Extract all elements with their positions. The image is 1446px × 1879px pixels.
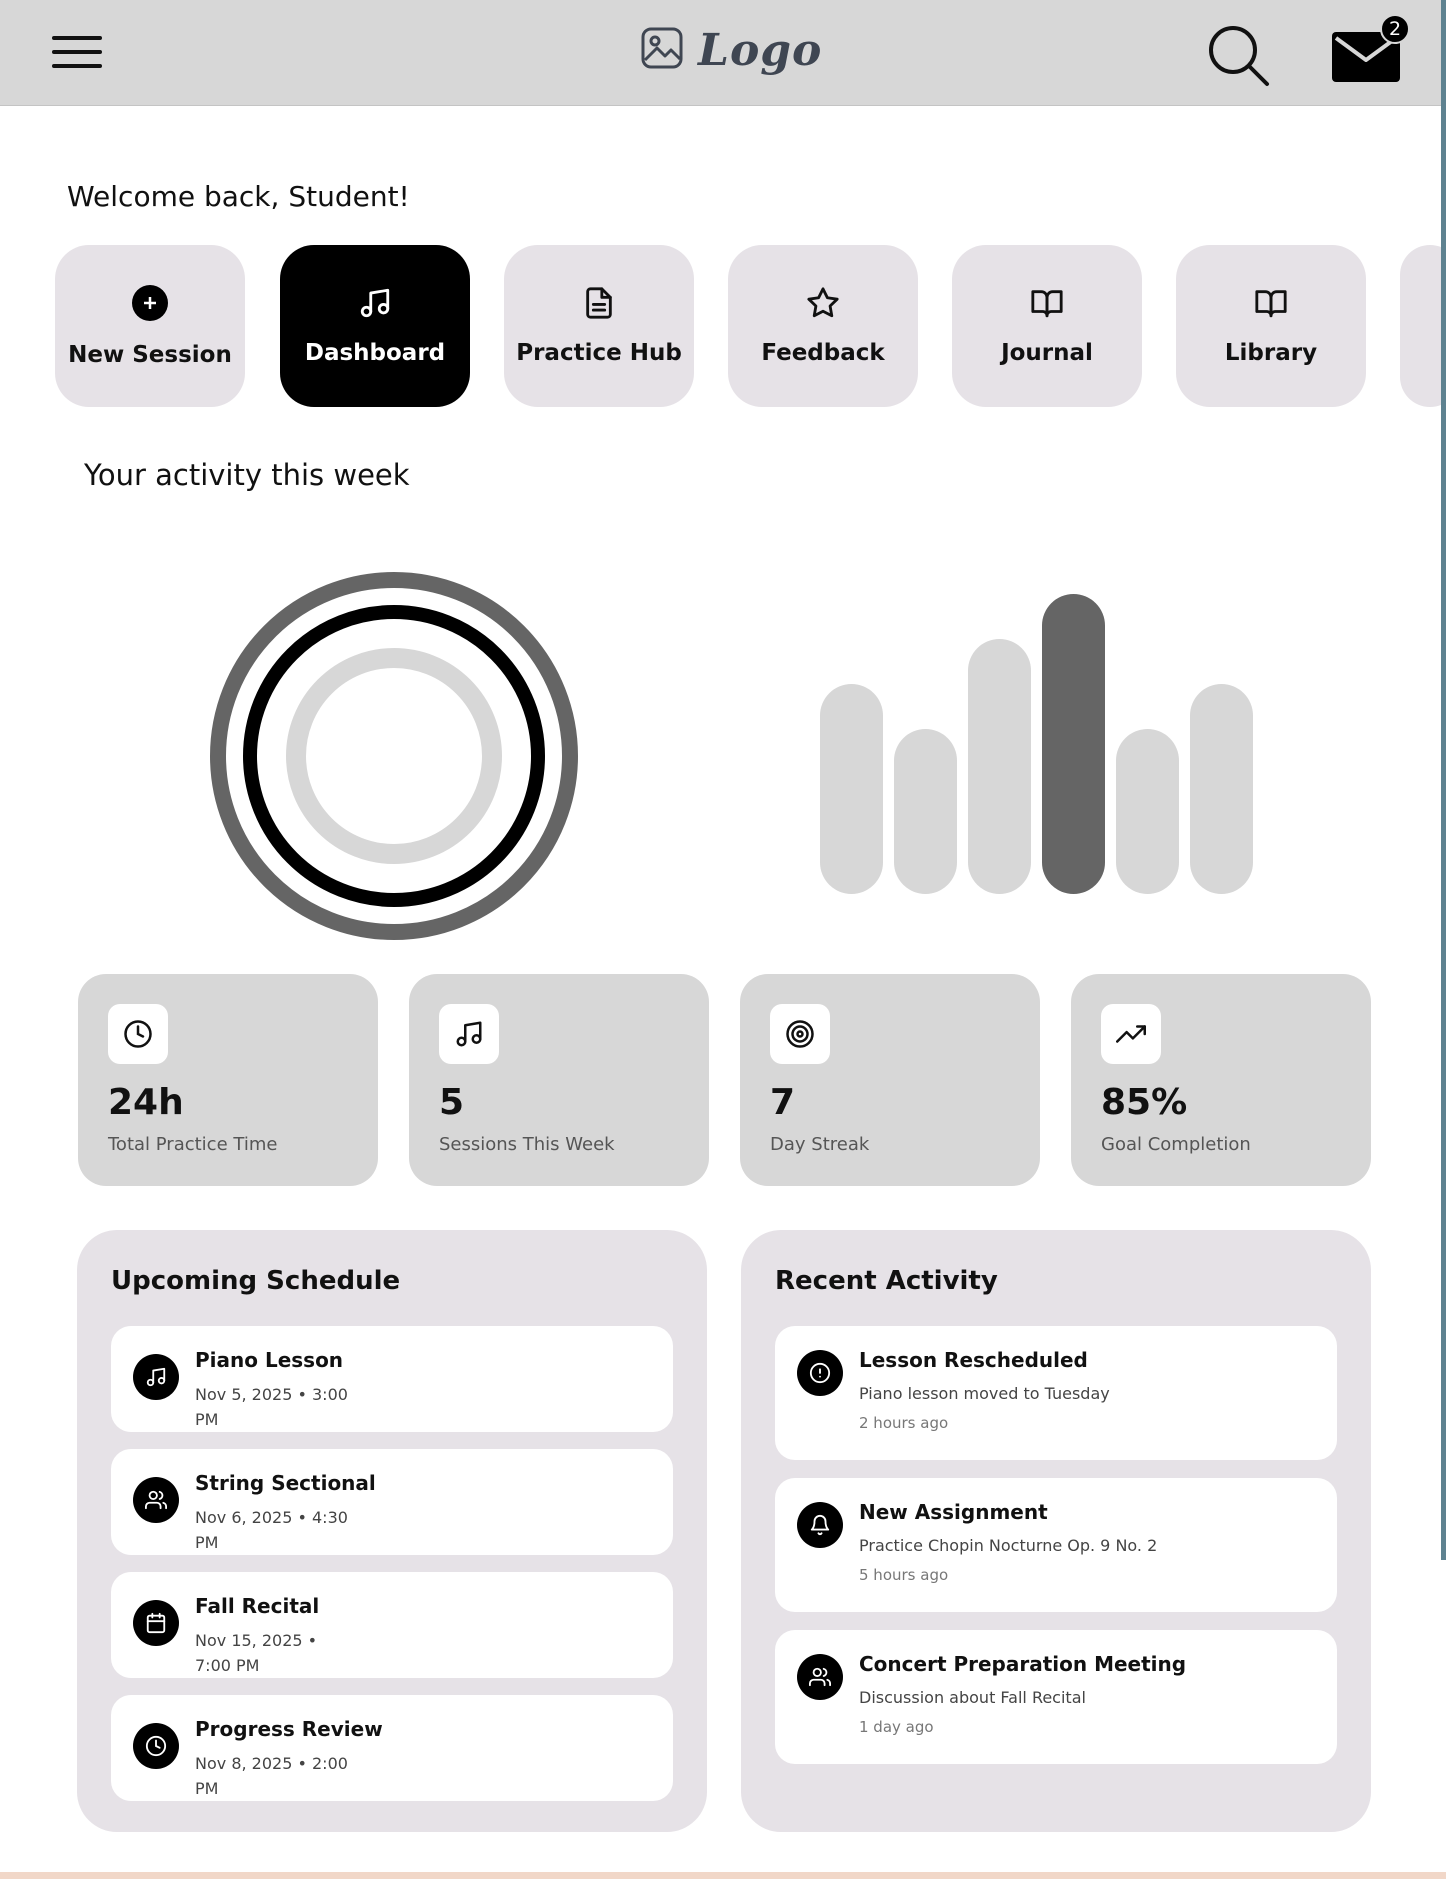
stat-card-goal: 85% Goal Completion — [1071, 974, 1371, 1186]
tab-label: Library — [1224, 340, 1318, 366]
activity-item-detail: Practice Chopin Nocturne Op. 9 No. 2 — [859, 1536, 1158, 1555]
music-note-icon — [358, 286, 392, 324]
stat-card-practice-time: 24h Total Practice Time — [78, 974, 378, 1186]
upcoming-schedule-panel: Upcoming Schedule Piano Lesson Nov 5, 20… — [77, 1230, 707, 1832]
schedule-item[interactable]: String Sectional Nov 6, 2025 • 4:30 PM — [111, 1449, 673, 1555]
tab-library[interactable]: Library — [1176, 245, 1366, 407]
top-bar: Logo 2 — [0, 0, 1446, 106]
activity-item-detail: Discussion about Fall Recital — [859, 1688, 1086, 1707]
stat-label: Day Streak — [770, 1134, 870, 1155]
bottom-divider — [0, 1872, 1446, 1879]
stat-value: 7 — [770, 1082, 796, 1123]
logo[interactable]: Logo — [640, 20, 822, 80]
plus-circle-icon — [131, 284, 169, 326]
stat-label: Goal Completion — [1101, 1134, 1251, 1155]
schedule-item-when: Nov 5, 2025 • 3:00 PM — [195, 1385, 348, 1429]
panel-title: Recent Activity — [775, 1266, 998, 1296]
target-icon — [770, 1004, 830, 1064]
activity-item-title: Concert Preparation Meeting — [859, 1652, 1187, 1676]
activity-item[interactable]: New Assignment Practice Chopin Nocturne … — [775, 1478, 1337, 1612]
users-icon — [797, 1654, 843, 1700]
schedule-item[interactable]: Fall Recital Nov 15, 2025 • 7:00 PM — [111, 1572, 673, 1678]
activity-item[interactable]: Lesson Rescheduled Piano lesson moved to… — [775, 1326, 1337, 1460]
users-icon — [133, 1477, 179, 1523]
book-open-icon — [1030, 286, 1064, 324]
recent-activity-panel: Recent Activity Lesson Rescheduled Piano… — [741, 1230, 1371, 1832]
tab-label: Practice Hub — [516, 340, 682, 366]
stat-value: 5 — [439, 1082, 465, 1123]
activity-bar — [1116, 729, 1179, 894]
tab-label: Dashboard — [304, 340, 446, 366]
stat-value: 85% — [1101, 1082, 1188, 1123]
activity-bar — [894, 729, 957, 894]
schedule-item-title: String Sectional — [195, 1471, 376, 1495]
tab-label: Journal — [1001, 340, 1093, 366]
document-icon — [582, 286, 616, 324]
stat-label: Total Practice Time — [108, 1134, 278, 1155]
trending-up-icon — [1101, 1004, 1161, 1064]
activity-item-time: 2 hours ago — [859, 1414, 949, 1432]
tab-new-session[interactable]: New Session — [55, 245, 245, 407]
ring-outer — [210, 572, 578, 940]
book-open-icon — [1254, 286, 1288, 324]
hamburger-menu-icon[interactable] — [50, 30, 108, 74]
activity-bar — [1042, 594, 1105, 894]
welcome-message: Welcome back, Student! — [67, 180, 410, 213]
schedule-item-title: Progress Review — [195, 1717, 383, 1741]
stat-card-streak: 7 Day Streak — [740, 974, 1040, 1186]
tab-label: New Session — [68, 342, 232, 368]
tab-feedback[interactable]: Feedback — [728, 245, 918, 407]
activity-ring-chart — [210, 572, 578, 940]
activity-title: Your activity this week — [84, 458, 410, 492]
image-icon — [640, 26, 684, 74]
music-note-icon — [439, 1004, 499, 1064]
search-icon[interactable] — [1205, 22, 1271, 88]
tab-dashboard[interactable]: Dashboard — [280, 245, 470, 407]
schedule-item[interactable]: Piano Lesson Nov 5, 2025 • 3:00 PM — [111, 1326, 673, 1432]
stat-value: 24h — [108, 1082, 184, 1123]
tab-practice-hub[interactable]: Practice Hub — [504, 245, 694, 407]
nav-tabs: New Session Dashboard Practice Hub Feedb… — [0, 245, 1446, 415]
music-note-icon — [133, 1354, 179, 1400]
schedule-item[interactable]: Progress Review Nov 8, 2025 • 2:00 PM — [111, 1695, 673, 1801]
stat-card-sessions: 5 Sessions This Week — [409, 974, 709, 1186]
scrollbar[interactable] — [1441, 0, 1446, 1560]
activity-item-title: Lesson Rescheduled — [859, 1348, 1088, 1372]
activity-item-time: 5 hours ago — [859, 1566, 949, 1584]
schedule-item-when: Nov 8, 2025 • 2:00 PM — [195, 1754, 348, 1798]
activity-item[interactable]: Concert Preparation Meeting Discussion a… — [775, 1630, 1337, 1764]
panel-title: Upcoming Schedule — [111, 1266, 401, 1296]
stat-label: Sessions This Week — [439, 1134, 615, 1155]
bell-icon — [797, 1502, 843, 1548]
clock-icon — [133, 1723, 179, 1769]
activity-item-title: New Assignment — [859, 1500, 1048, 1524]
notification-badge: 2 — [1380, 14, 1410, 44]
ring-inner — [286, 648, 502, 864]
tab-overflow[interactable] — [1400, 245, 1446, 407]
clock-icon — [108, 1004, 168, 1064]
calendar-icon — [133, 1600, 179, 1646]
activity-bar — [820, 684, 883, 894]
schedule-item-title: Fall Recital — [195, 1594, 320, 1618]
logo-text: Logo — [698, 24, 823, 76]
tab-label: Feedback — [761, 340, 885, 366]
activity-bar — [968, 639, 1031, 894]
schedule-item-when: Nov 6, 2025 • 4:30 PM — [195, 1508, 348, 1552]
star-icon — [806, 286, 840, 324]
schedule-item-title: Piano Lesson — [195, 1348, 344, 1372]
tab-journal[interactable]: Journal — [952, 245, 1142, 407]
schedule-item-when: Nov 15, 2025 • 7:00 PM — [195, 1631, 318, 1675]
activity-bar-chart — [820, 594, 1253, 894]
activity-item-detail: Piano lesson moved to Tuesday — [859, 1384, 1110, 1403]
activity-bar — [1190, 684, 1253, 894]
alert-circle-icon — [797, 1350, 843, 1396]
activity-item-time: 1 day ago — [859, 1718, 934, 1736]
mail-button[interactable]: 2 — [1328, 14, 1410, 84]
